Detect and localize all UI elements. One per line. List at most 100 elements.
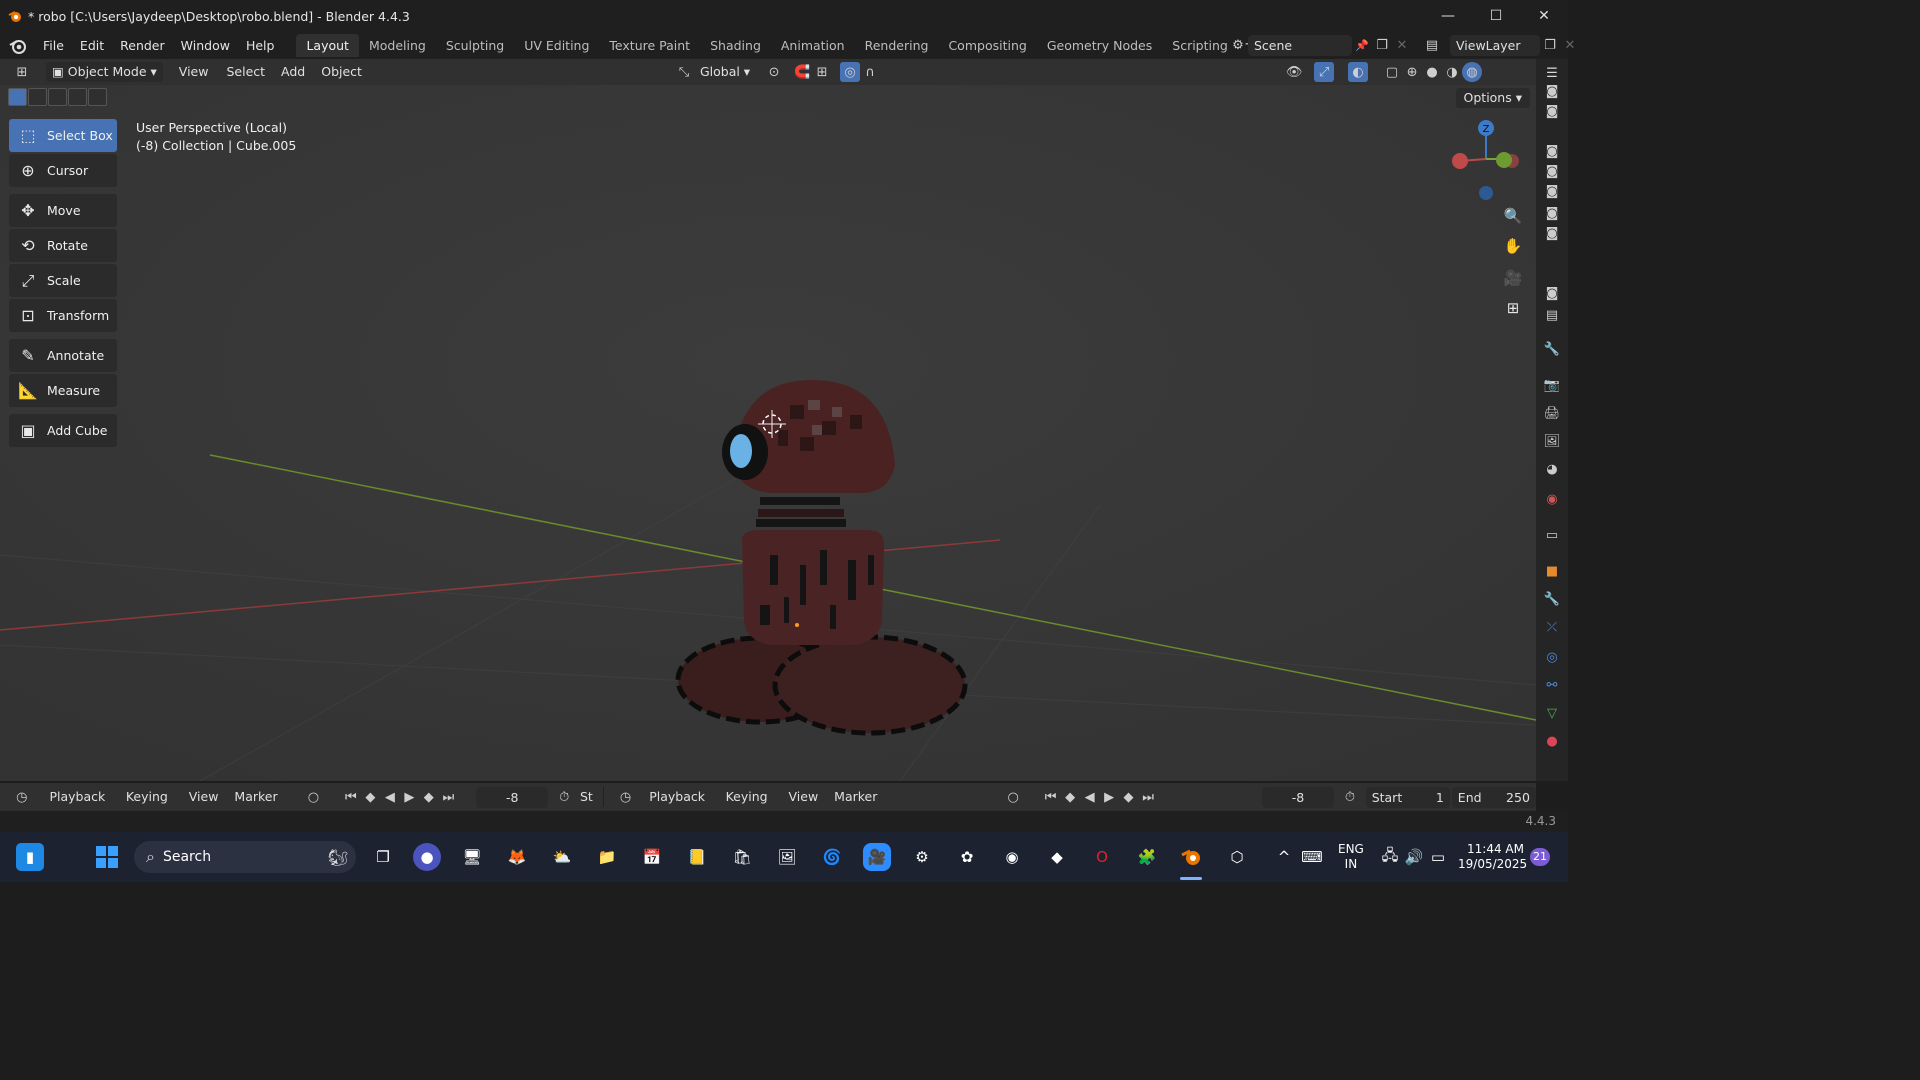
play-icon[interactable]: ▶ — [400, 787, 419, 807]
timeline-view-menu[interactable]: View — [183, 787, 225, 807]
language-indicator[interactable]: ENG IN — [1338, 842, 1364, 892]
edge-icon[interactable]: 🌀 — [818, 843, 846, 871]
tool-annotate[interactable]: ✎ Annotate — [9, 339, 117, 372]
timeline-editor-icon[interactable]: ◷ — [12, 787, 31, 807]
auto-key-icon[interactable]: ○ — [304, 787, 323, 807]
camera-icon-4[interactable]: ◙ — [1544, 163, 1560, 179]
select-mode-invert-icon[interactable] — [68, 88, 87, 106]
tray-overflow-icon[interactable]: ^ — [1270, 843, 1298, 871]
overlay-icon[interactable]: ◐ — [1348, 62, 1369, 82]
camera-icon-3[interactable]: ◙ — [1544, 143, 1560, 159]
material-properties-icon[interactable]: ● — [1544, 733, 1560, 749]
data-properties-icon[interactable]: ▽ — [1544, 705, 1560, 721]
menu-window[interactable]: Window — [173, 35, 238, 57]
tool-transform[interactable]: ⊡ Transform — [9, 299, 117, 332]
blender-taskbar-icon[interactable] — [1178, 843, 1206, 871]
jump-end-icon[interactable]: ⏭ — [439, 787, 458, 807]
modifier-properties-icon[interactable]: 🔧 — [1544, 591, 1560, 607]
store-icon[interactable]: 🛍 — [728, 843, 756, 871]
proportional-edit-icon[interactable]: ◎ — [840, 62, 861, 82]
timeline-playback-menu[interactable]: Playback ▾ — [43, 787, 119, 824]
tab-animation[interactable]: Animation — [771, 34, 855, 57]
settings-icon[interactable]: ⚙ — [908, 843, 936, 871]
camera-icon-5[interactable]: ◙ — [1544, 183, 1560, 199]
chat-icon[interactable]: ● — [413, 843, 441, 871]
gizmo-icon[interactable]: ⤢ — [1314, 62, 1335, 82]
perspective-toggle-icon[interactable]: ⊞ — [1500, 295, 1526, 321]
view-layer-field[interactable]: ViewLayer — [1450, 34, 1540, 56]
delete-scene-icon[interactable]: ✕ — [1392, 35, 1412, 55]
pivot-icon[interactable]: ⊙ — [764, 62, 784, 82]
file-explorer-icon[interactable]: 📁 — [593, 843, 621, 871]
pan-hand-icon[interactable]: ✋ — [1500, 233, 1526, 259]
tab-compositing[interactable]: Compositing — [938, 34, 1036, 57]
header-menu-select[interactable]: Select — [220, 62, 271, 82]
particles-properties-icon[interactable]: ⤫ — [1544, 619, 1560, 635]
minimize-button[interactable]: — — [1424, 0, 1472, 32]
tool-cursor[interactable]: ⊕ Cursor — [9, 154, 117, 187]
tab-rendering[interactable]: Rendering — [855, 34, 939, 57]
end-frame-field[interactable]: End 250 — [1451, 786, 1536, 808]
tool-select-box[interactable]: ⬚ Select Box — [9, 119, 117, 152]
select-mode-extend-icon[interactable] — [28, 88, 47, 106]
clock[interactable]: 11:44 AM 19/05/2025 — [1458, 842, 1527, 892]
tool-add-cube[interactable]: ▣ Add Cube — [9, 414, 117, 447]
play-reverse-icon[interactable]: ◀ — [380, 787, 399, 807]
timeline2-keying-menu[interactable]: Keying ▾ — [720, 787, 783, 824]
view-layer-icon[interactable]: ▤ — [1422, 35, 1442, 55]
scene-canvas[interactable] — [0, 85, 1536, 781]
zoom-app-icon[interactable]: 🎥 — [863, 843, 891, 871]
chrome-icon[interactable]: ◉ — [998, 843, 1026, 871]
tool-rotate[interactable]: ⟲ Rotate — [9, 229, 117, 262]
timeline2-marker-menu[interactable]: Marker — [828, 787, 883, 807]
sticky-notes-icon[interactable]: 📒 — [683, 843, 711, 871]
tab-geometry-nodes[interactable]: Geometry Nodes — [1037, 34, 1162, 57]
stopwatch2-icon[interactable]: ⏱ — [1340, 787, 1359, 807]
3d-viewer-icon[interactable]: ⬡ — [1223, 843, 1251, 871]
notification-badge[interactable]: 21 — [1530, 848, 1550, 866]
timeline2-editor-icon[interactable]: ◷ — [616, 787, 635, 807]
scene-properties-icon[interactable]: ◕ — [1544, 461, 1560, 477]
tab-texture-paint[interactable]: Texture Paint — [599, 34, 700, 57]
options-dropdown[interactable]: Options ▾ — [1455, 88, 1530, 108]
tab-layout[interactable]: Layout — [296, 34, 359, 57]
tab-modeling[interactable]: Modeling — [359, 34, 436, 57]
camera-icon-1[interactable]: ◙ — [1544, 83, 1560, 99]
blender-menu-icon[interactable] — [9, 37, 27, 55]
play-reverse2-icon[interactable]: ◀ — [1080, 787, 1099, 807]
snap-target-icon[interactable]: ⊞ — [812, 62, 832, 82]
navigation-gizmo[interactable]: Z — [1446, 117, 1526, 207]
new-view-layer-icon[interactable]: ❐ — [1540, 35, 1560, 55]
scene-icon[interactable]: ⚙ — [1228, 35, 1248, 55]
timeline-marker-menu[interactable]: Marker — [228, 787, 283, 807]
keyboard-icon[interactable]: ⌨ — [1298, 843, 1326, 871]
world-properties-icon[interactable]: ◉ — [1544, 491, 1560, 507]
menu-render[interactable]: Render — [112, 35, 173, 57]
select-mode-new-icon[interactable] — [8, 88, 27, 106]
transform-orientation-icon[interactable]: ⤡ — [674, 62, 694, 82]
visibility-icon[interactable]: 👁 — [1284, 62, 1304, 82]
menu-help[interactable]: Help — [238, 35, 283, 57]
firefox-icon[interactable]: 🦊 — [503, 843, 531, 871]
3d-viewport[interactable]: User Perspective (Local) (-8) Collection… — [0, 85, 1536, 781]
timeline-keying-menu[interactable]: Keying ▾ — [120, 787, 183, 824]
prev-keyframe-icon[interactable]: ◆ — [361, 787, 380, 807]
collection-properties-icon[interactable]: ▭ — [1544, 527, 1560, 543]
tool-measure[interactable]: 📐 Measure — [9, 374, 117, 407]
weather-icon[interactable]: ⛅ — [548, 843, 576, 871]
widgets-icon[interactable]: ▮ — [16, 843, 44, 871]
falloff-icon[interactable]: ∩ — [860, 62, 880, 82]
view-layer-properties-icon[interactable]: 🖼 — [1544, 433, 1561, 449]
editor-type-icon[interactable]: ⊞ — [12, 62, 32, 82]
orientation-dropdown[interactable]: Global ▾ — [694, 62, 756, 82]
photos-icon[interactable]: 🖼 — [773, 843, 801, 871]
camera-icon-6[interactable]: ◙ — [1544, 205, 1560, 221]
zoom-icon[interactable]: 🔍 — [1500, 203, 1526, 229]
output-properties-icon[interactable]: 🖨 — [1544, 405, 1561, 421]
tool-settings-icon[interactable]: 🔧 — [1544, 341, 1560, 357]
shading-solid-icon[interactable]: ● — [1422, 62, 1442, 82]
close-button[interactable]: ✕ — [1520, 0, 1568, 32]
maximize-button[interactable]: ☐ — [1472, 0, 1520, 32]
timeline2-view-menu[interactable]: View — [783, 787, 825, 807]
next-keyframe-icon[interactable]: ◆ — [419, 787, 438, 807]
